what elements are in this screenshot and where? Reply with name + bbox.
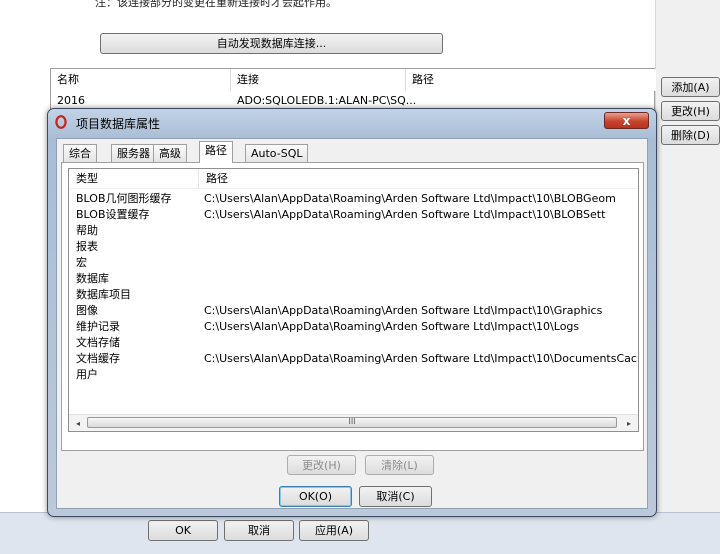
change-note: 注：该连接部分的变更在重新连接时才会起作用。 [95,0,337,9]
path-type: 数据库 [76,272,109,285]
path-type: 帮助 [76,224,98,237]
path-type: 文档存储 [76,336,120,349]
list-item[interactable]: 数据库 [69,271,638,287]
list-item[interactable]: 文档缓存 C:\Users\Alan\AppData\Roaming\Arden … [69,351,638,367]
path-value: C:\Users\Alan\AppData\Roaming\Arden Soft… [204,192,616,205]
app-logo-icon [55,115,67,129]
scroll-left-icon[interactable]: ◂ [71,417,85,430]
project-database-properties-dialog: 项目数据库属性 x 综合 服务器 高级 路径 Auto-SQL 类型 路径 BL… [47,108,657,517]
path-value: C:\Users\Alan\AppData\Roaming\Arden Soft… [204,208,606,221]
list-item[interactable]: 用户 [69,367,638,383]
tab-general[interactable]: 综合 [63,144,97,162]
path-value: C:\Users\Alan\AppData\Roaming\Arden Soft… [204,320,580,333]
list-item[interactable]: 文档存储 [69,335,638,351]
scroll-right-icon[interactable]: ▸ [622,417,636,430]
column-header-path[interactable]: 路径 [406,69,656,91]
add-button[interactable]: 添加(A) [661,77,720,97]
ok-button[interactable]: OK [148,520,218,541]
column-header-connection[interactable]: 连接 [231,69,406,91]
clear-path-button[interactable]: 清除(L) [365,455,434,475]
apply-button[interactable]: 应用(A) [299,520,369,541]
paths-list[interactable]: 类型 路径 BLOB几何图形缓存 C:\Users\Alan\AppData\Ro… [68,168,639,432]
path-value: C:\Users\Alan\AppData\Roaming\Arden Soft… [204,352,639,365]
edit-connection-button[interactable]: 更改(H) [661,101,720,121]
column-header-type[interactable]: 类型 [69,169,199,189]
path-type: 用户 [76,368,98,381]
connection-name-cell[interactable]: 2016 [51,93,85,109]
dialog-title: 项目数据库属性 [76,117,161,131]
delete-button[interactable]: 删除(D) [661,125,720,145]
path-type: BLOB几何图形缓存 [76,192,172,205]
dialog-body: 综合 服务器 高级 路径 Auto-SQL 类型 路径 BLOB几何图形缓存 C:… [56,138,648,509]
path-type: 图像 [76,304,98,317]
tab-paths[interactable]: 路径 [199,141,233,163]
path-type: 数据库项目 [76,288,131,301]
list-item[interactable]: 图像 C:\Users\Alan\AppData\Roaming\Arden So… [69,303,638,319]
cancel-button[interactable]: 取消 [224,520,294,541]
path-type: 报表 [76,240,98,253]
list-item[interactable]: 维护记录 C:\Users\Alan\AppData\Roaming\Arden … [69,319,638,335]
path-type: 宏 [76,256,87,269]
autodiscover-button[interactable]: 自动发现数据库连接... [100,33,443,54]
path-type: 文档缓存 [76,352,120,365]
horizontal-scrollbar[interactable]: ◂ III ▸ [69,414,638,431]
column-header-path[interactable]: 路径 [199,169,638,189]
scrollbar-thumb[interactable]: III [87,417,617,428]
edit-path-button[interactable]: 更改(H) [287,455,356,475]
dialog-ok-button[interactable]: OK(O) [279,486,352,507]
grip-icon: III [348,417,356,426]
list-item[interactable]: 报表 [69,239,638,255]
bottom-button-bar: OK 取消 应用(A) [0,512,720,554]
connection-string-cell[interactable]: ADO:SQLOLEDB.1:ALAN-PC\SQ... [231,93,416,109]
list-item[interactable]: 帮助 [69,223,638,239]
list-item[interactable]: BLOB设置缓存 C:\Users\Alan\AppData\Roaming\Ar… [69,207,638,223]
tab-advanced[interactable]: 高级 [153,144,187,162]
close-icon: x [622,114,631,128]
path-type: BLOB设置缓存 [76,208,150,221]
list-item[interactable]: BLOB几何图形缓存 C:\Users\Alan\AppData\Roaming\… [69,191,638,207]
path-value: C:\Users\Alan\AppData\Roaming\Arden Soft… [204,304,603,317]
list-item[interactable]: 数据库项目 [69,287,638,303]
close-button[interactable]: x [604,112,649,129]
list-item[interactable]: 宏 [69,255,638,271]
path-type: 维护记录 [76,320,120,333]
tab-server[interactable]: 服务器 [111,144,156,162]
tab-auto-sql[interactable]: Auto-SQL [245,144,309,162]
dialog-cancel-button[interactable]: 取消(C) [359,486,432,507]
column-header-name[interactable]: 名称 [51,69,231,91]
